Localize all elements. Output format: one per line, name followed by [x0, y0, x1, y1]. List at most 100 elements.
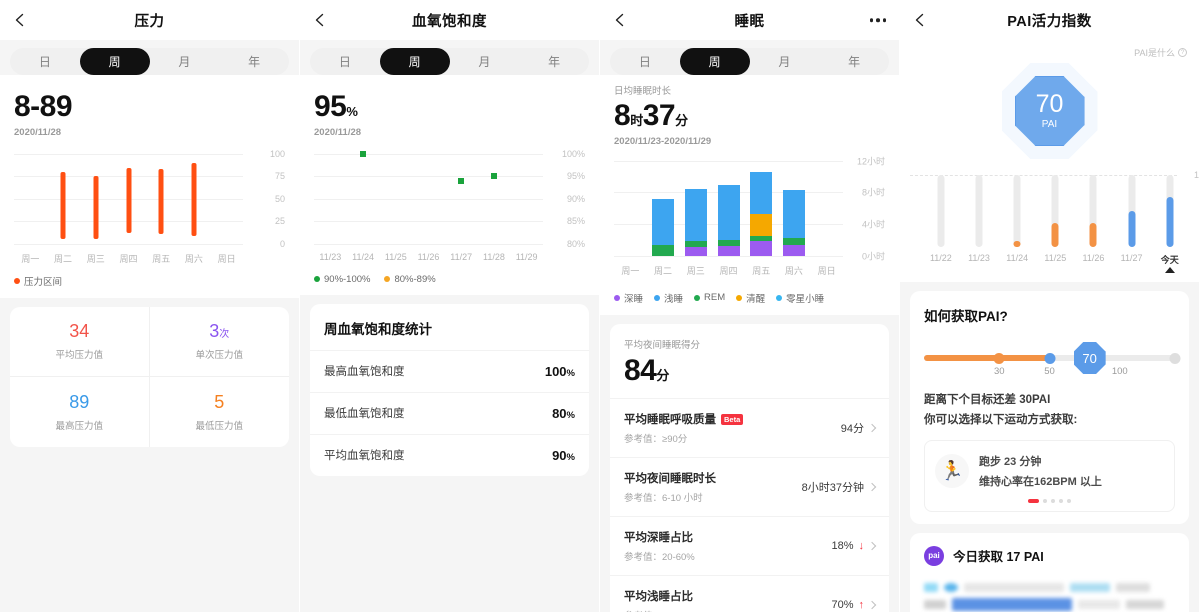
chevron-right-icon[interactable]: [867, 541, 877, 551]
stat-unit: %: [566, 409, 575, 421]
navbar-stress: 压力: [0, 0, 299, 40]
pai-bar-track: [937, 175, 945, 247]
tab-year[interactable]: 年: [219, 48, 289, 75]
metric-right: 18% ↓: [831, 540, 877, 552]
metric-name: 平均浅睡占比: [624, 588, 693, 604]
suggestion-row: 🏃 跑步 23 分钟 维持心率在162BPM 以上: [935, 453, 1164, 489]
sleep-metric-row[interactable]: 平均深睡占比 参考值：20-60% 18% ↓: [610, 516, 889, 575]
tab-month[interactable]: 月: [450, 48, 520, 75]
spo2-stat-rows: 最高血氧饱和度 100% 最低血氧饱和度 80% 平均血氧饱和度 90%: [310, 349, 589, 476]
stat-label: 最高压力值: [55, 420, 103, 432]
carousel-dots[interactable]: [935, 498, 1164, 503]
sleep-score-unit: 分: [656, 367, 669, 383]
page-title: 睡眠: [734, 13, 765, 30]
gridline: [910, 175, 1177, 176]
slider-knob-100[interactable]: [1169, 352, 1181, 364]
pai-suggestion-box[interactable]: 🏃 跑步 23 分钟 维持心率在162BPM 以上: [924, 439, 1175, 512]
carousel-dot[interactable]: [1028, 498, 1039, 503]
chevron-right-icon[interactable]: [867, 482, 877, 492]
metric-right: 94分: [841, 420, 877, 436]
y-axis-tick: 80%: [566, 238, 585, 249]
sleep-avg-label: 日均睡眠时长: [614, 86, 672, 97]
tab-day[interactable]: 日: [310, 48, 380, 75]
metric-label: 平均夜间睡眠时长: [624, 473, 716, 485]
metric-value: 70%: [831, 599, 854, 611]
y-axis-tick: 100: [1193, 170, 1199, 180]
chevron-right-icon[interactable]: [867, 423, 877, 433]
y-axis-tick: 0小时: [861, 251, 885, 261]
slider-knob-30[interactable]: [993, 352, 1005, 364]
tab-day[interactable]: 日: [10, 48, 80, 75]
y-axis-tick: 100%: [561, 148, 585, 159]
legend-label: 零星小睡: [786, 293, 825, 305]
x-axis-tick: 周四: [719, 265, 738, 276]
slider-knob-50[interactable]: [1044, 352, 1055, 364]
more-horizontal-icon[interactable]: [869, 18, 886, 22]
sleep-metric-rows: 平均睡眠呼吸质量 Beta 参考值：≥90分 94分 平均夜间睡眠时长 参考值：6-10 …: [610, 398, 889, 612]
carousel-dot[interactable]: [1043, 498, 1047, 503]
metric-value: 8小时37分钟: [801, 482, 864, 494]
chevron-right-icon[interactable]: [867, 600, 877, 610]
navbar-sleep: 睡眠: [600, 0, 899, 40]
spo2-date: 2020/11/28: [314, 126, 362, 138]
carousel-dot[interactable]: [1059, 498, 1063, 503]
carousel-dot[interactable]: [1067, 498, 1071, 503]
period-tabs-stress[interactable]: 日 周 月 年: [10, 48, 289, 75]
back-icon[interactable]: [612, 12, 628, 28]
pai-today-card[interactable]: pai 今日获取 17 PAI: [910, 532, 1189, 612]
beta-badge: Beta: [721, 413, 744, 425]
period-tabs-spo2[interactable]: 日 周 月 年: [310, 48, 589, 75]
pai-bar-track: [975, 175, 983, 247]
stat-cell: 34 平均压力值: [10, 306, 150, 377]
pai-goal-slider[interactable]: 70 30 50 100: [924, 341, 1181, 381]
tab-month[interactable]: 月: [750, 48, 820, 75]
legend-label: 深睡: [624, 293, 644, 305]
period-tabs-sleep[interactable]: 日 周 月 年: [610, 48, 889, 75]
pai-bar-fill: [1013, 241, 1021, 247]
suggestion-text: 跑步 23 分钟 维持心率在162BPM 以上: [979, 453, 1102, 489]
pai-help-link[interactable]: PAI是什么 ?: [900, 40, 1199, 59]
tab-month[interactable]: 月: [150, 48, 220, 75]
gridline: [14, 243, 243, 245]
gridline: [614, 160, 843, 162]
tab-year[interactable]: 年: [519, 48, 589, 75]
tab-year[interactable]: 年: [819, 48, 889, 75]
stat-cell: 89 最高压力值: [10, 376, 150, 447]
tab-week[interactable]: 周: [679, 48, 750, 75]
legend-item: 浅睡: [654, 291, 683, 305]
x-axis-tick: 11/26: [1082, 253, 1105, 263]
stat-label: 单次压力值: [195, 350, 243, 361]
sleep-score-label: 平均夜间睡眠得分: [624, 339, 701, 351]
tab-week[interactable]: 周: [79, 48, 150, 75]
x-axis-tick: 11/27: [1120, 253, 1143, 263]
stat-value: 90%: [552, 447, 575, 463]
metric-left: 平均浅睡占比参考值：< 55%: [624, 588, 693, 612]
sleep-stack-bar: [782, 189, 805, 256]
legend-dot-icon: [614, 294, 620, 301]
sleep-metric-row[interactable]: 平均夜间睡眠时长 参考值：6-10 小时 8小时37分钟: [610, 457, 889, 516]
sleep-stack-bar: [750, 172, 773, 256]
stress-legend: 压力区间: [0, 267, 299, 298]
sleep-segment-深睡: [717, 246, 740, 256]
x-axis-tick: 周五: [752, 265, 771, 276]
tab-day[interactable]: 日: [610, 48, 680, 75]
stress-date: 2020/11/28: [14, 126, 62, 138]
sleep-score-value: 84: [624, 353, 657, 387]
pai-bar-fill: [1089, 223, 1097, 247]
y-axis-tick: 50: [274, 193, 285, 204]
carousel-dot[interactable]: [1051, 498, 1055, 503]
sleep-metric-row[interactable]: 平均浅睡占比参考值：< 55% 70% ↑: [610, 575, 889, 612]
back-icon[interactable]: [312, 12, 328, 28]
back-icon[interactable]: [12, 12, 28, 28]
sleep-metric-row[interactable]: 平均睡眠呼吸质量 Beta 参考值：≥90分 94分: [610, 398, 889, 457]
spo2-data-point: [458, 177, 465, 184]
trend-down-icon: ↓: [858, 540, 865, 552]
back-icon[interactable]: [912, 12, 928, 28]
slider-tick-100: 100: [1111, 366, 1128, 377]
stat-value: 89: [69, 391, 90, 412]
tab-week[interactable]: 周: [379, 48, 450, 75]
metric-label: 平均深睡占比: [624, 532, 693, 544]
spo2-scatter-chart: 80% 85% 90% 95% 100% 11/23 11/24 11/25 11/26 11/2…: [314, 146, 585, 262]
gridline: [314, 176, 543, 177]
x-axis-tick: 周日: [817, 265, 836, 276]
